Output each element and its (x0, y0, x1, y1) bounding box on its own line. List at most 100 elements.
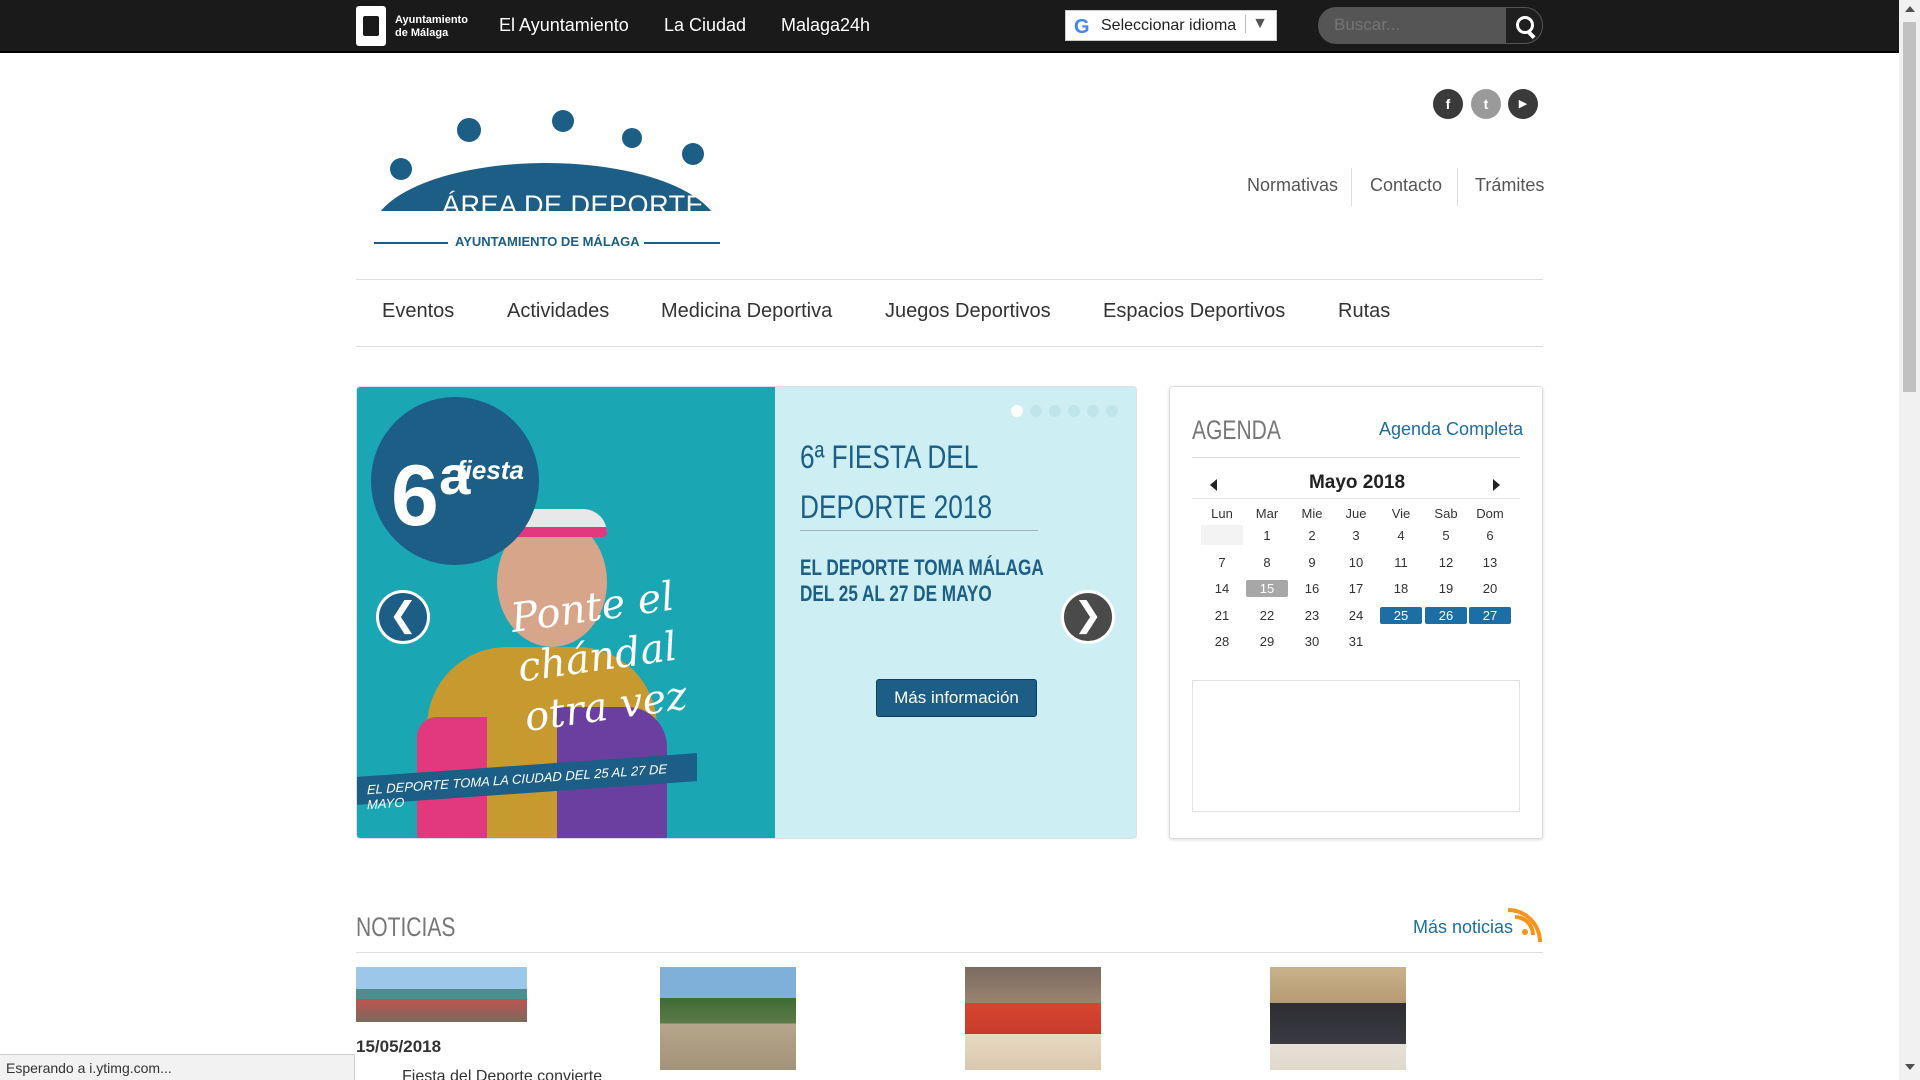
slider-dot[interactable] (1087, 405, 1099, 417)
news-date: 15/05/2018 (356, 1037, 442, 1056)
calendar-day[interactable]: 13 (1469, 554, 1511, 571)
chevron-down-icon: ▼ (1245, 15, 1268, 33)
calendar-weekday: Mie (1301, 506, 1323, 521)
calendar-day[interactable]: 12 (1425, 554, 1467, 571)
calendar-day[interactable]: 25 (1380, 606, 1422, 624)
calendar-day[interactable]: 17 (1335, 580, 1377, 597)
poster-badge: 6ª fiesta (371, 397, 539, 565)
news-thumbnail[interactable] (660, 967, 796, 1070)
calendar-day[interactable]: 8 (1246, 554, 1288, 571)
language-label: Seleccionar idioma (1101, 17, 1237, 34)
calendar-day[interactable]: 7 (1201, 554, 1243, 571)
calendar-day[interactable]: 18 (1380, 580, 1422, 597)
browser-status-bar: Esperando a i.ytimg.com... (0, 1054, 355, 1080)
calendar-day[interactable]: 1 (1246, 527, 1288, 544)
logo-arc (372, 163, 720, 211)
slider-dot[interactable] (1030, 405, 1042, 417)
brand-divider (374, 242, 448, 244)
calendar-day[interactable]: 20 (1469, 580, 1511, 597)
nav-medicina-deportiva[interactable]: Medicina Deportiva (661, 300, 832, 323)
link-contacto[interactable]: Contacto (1370, 175, 1442, 196)
calendar-next-icon[interactable] (1493, 479, 1500, 491)
search-icon[interactable] (1505, 7, 1543, 44)
poster-script: Ponte el chándal otra vez (508, 573, 690, 741)
scroll-thumb[interactable] (1903, 22, 1916, 392)
slider-dot[interactable] (1049, 405, 1061, 417)
facebook-icon[interactable]: f (1433, 89, 1463, 119)
calendar-day[interactable]: 4 (1380, 527, 1422, 544)
topnav-ayuntamiento[interactable]: El Ayuntamiento (499, 15, 629, 36)
agenda-title: AGENDA (1192, 415, 1281, 445)
calendar-day[interactable]: 5 (1425, 527, 1467, 544)
nav-rutas[interactable]: Rutas (1338, 300, 1390, 323)
calendar-empty-cell (1201, 525, 1243, 545)
calendar-day[interactable]: 22 (1246, 607, 1288, 624)
calendar-day[interactable]: 28 (1201, 633, 1243, 650)
slider-dot[interactable] (1106, 405, 1118, 417)
scroll-up-icon[interactable] (1905, 6, 1915, 12)
nav-eventos[interactable]: Eventos (382, 300, 454, 323)
mas-noticias-link[interactable]: Más noticias (1413, 917, 1513, 938)
calendar-day[interactable]: 23 (1291, 607, 1333, 624)
calendar-day[interactable]: 2 (1291, 527, 1333, 544)
rss-icon[interactable] (1508, 908, 1543, 942)
agenda-events-box (1192, 680, 1520, 812)
topnav-ciudad[interactable]: La Ciudad (664, 15, 746, 36)
calendar-day[interactable]: 9 (1291, 554, 1333, 571)
calendar-weekday: Sab (1434, 506, 1458, 521)
calendar-day[interactable]: 29 (1246, 633, 1288, 650)
mas-informacion-button[interactable]: Más información (876, 679, 1037, 717)
calendar-day[interactable]: 10 (1335, 554, 1377, 571)
divider (1192, 457, 1520, 458)
ayuntamiento-name[interactable]: Ayuntamiento de Málaga (395, 14, 475, 40)
scroll-down-icon[interactable] (1905, 1064, 1915, 1070)
scrollbar[interactable] (1899, 0, 1920, 1080)
brand-title: ÁREA DE DEPORTE (442, 190, 705, 220)
link-tramites[interactable]: Trámites (1475, 175, 1544, 196)
news-thumbnail[interactable] (356, 967, 527, 1022)
calendar-day[interactable]: 11 (1380, 554, 1422, 571)
language-select[interactable]: G Seleccionar idioma ▼ (1065, 10, 1277, 41)
calendar-day[interactable]: 15 (1246, 580, 1288, 597)
youtube-icon[interactable]: ▶ (1508, 89, 1538, 119)
athlete-figure-icon (682, 143, 704, 165)
calendar-day[interactable]: 19 (1425, 580, 1467, 597)
news-thumbnail[interactable] (1270, 967, 1406, 1070)
ayuntamiento-logo-icon[interactable] (356, 6, 386, 46)
athlete-figure-icon (622, 128, 642, 148)
calendar-day[interactable]: 6 (1469, 527, 1511, 544)
slider-dot[interactable] (1068, 405, 1080, 417)
slider-prev-icon[interactable]: ❮ (376, 590, 430, 644)
calendar-weekday: Vie (1391, 506, 1411, 521)
divider (356, 279, 1543, 280)
agenda-completa-link[interactable]: Agenda Completa (1379, 419, 1523, 440)
athlete-figure-icon (457, 118, 481, 142)
divider (1457, 168, 1458, 206)
calendar-day[interactable]: 31 (1335, 633, 1377, 650)
divider (356, 346, 1543, 347)
calendar-day[interactable]: 24 (1335, 607, 1377, 624)
nav-actividades[interactable]: Actividades (507, 300, 609, 323)
link-normativas[interactable]: Normativas (1247, 175, 1338, 196)
news-thumbnail[interactable] (965, 967, 1101, 1070)
calendar-weekday: Lun (1211, 506, 1233, 521)
calendar-day[interactable]: 26 (1425, 606, 1467, 624)
calendar-day[interactable]: 27 (1469, 606, 1511, 624)
brand-subtitle: AYUNTAMIENTO DE MÁLAGA (455, 234, 640, 249)
nav-juegos-deportivos[interactable]: Juegos Deportivos (885, 300, 1051, 323)
search-input[interactable] (1334, 15, 1494, 35)
area-deporte-logo[interactable]: ÁREA DE DEPORTE AYUNTAMIENTO DE MÁLAGA (372, 108, 722, 253)
calendar-day[interactable]: 3 (1335, 527, 1377, 544)
slider-next-icon[interactable]: ❯ (1061, 590, 1115, 644)
twitter-icon[interactable]: t (1471, 89, 1501, 119)
calendar-day[interactable]: 30 (1291, 633, 1333, 650)
topnav-malaga24h[interactable]: Malaga24h (781, 15, 870, 36)
calendar-day[interactable]: 14 (1201, 580, 1243, 597)
slider-dot[interactable] (1011, 405, 1023, 417)
calendar-day[interactable]: 21 (1201, 607, 1243, 624)
top-bar: Ayuntamiento de Málaga El Ayuntamiento L… (0, 0, 1899, 53)
news-headline[interactable]: Fiesta del Deporte convierte (402, 1068, 602, 1080)
nav-espacios-deportivos[interactable]: Espacios Deportivos (1103, 300, 1285, 323)
brand-divider (644, 242, 720, 244)
calendar-day[interactable]: 16 (1291, 580, 1333, 597)
